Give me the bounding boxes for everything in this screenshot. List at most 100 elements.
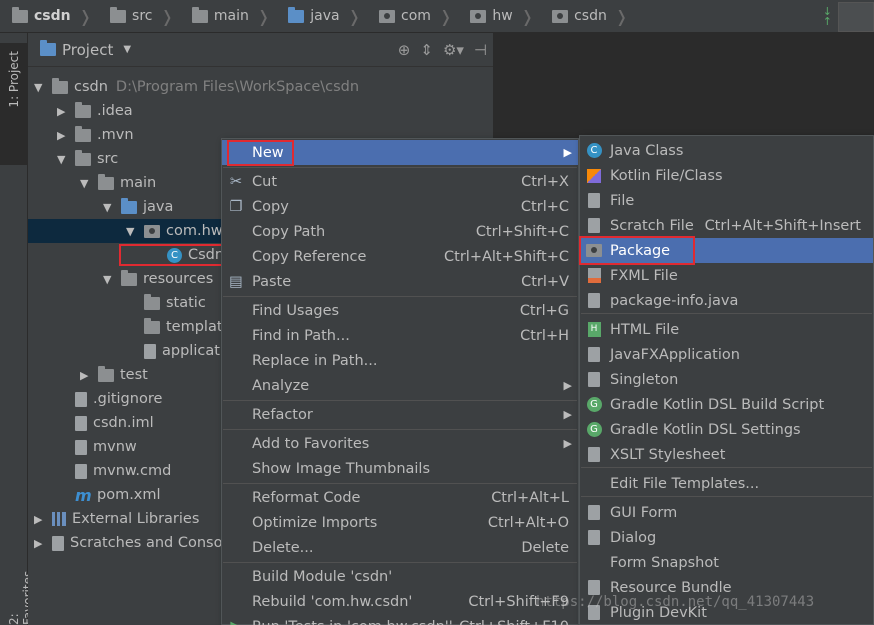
submenu-item-package[interactable]: Package xyxy=(580,238,873,263)
breadcrumb-label: hw xyxy=(492,8,513,24)
submenu-item-label: package-info.java xyxy=(610,292,739,309)
submenu-arrow-icon: ▶ xyxy=(563,437,572,450)
expanded-arrow-icon[interactable]: ▼ xyxy=(57,153,71,166)
menu-item-shortcut: Ctrl+X xyxy=(521,173,569,190)
menu-item-copy-reference[interactable]: Copy Reference Ctrl+Alt+Shift+C xyxy=(222,244,578,269)
submenu-item-xslt-stylesheet[interactable]: XSLT Stylesheet xyxy=(580,442,873,467)
submenu-item-edit-file-templates[interactable]: Edit File Templates... xyxy=(580,471,873,496)
breadcrumb-item[interactable]: hw ❭ xyxy=(458,0,540,33)
expanded-arrow-icon[interactable]: ▼ xyxy=(103,273,117,286)
submenu-item-html-file[interactable]: H HTML File xyxy=(580,317,873,342)
breadcrumb-item[interactable]: com ❭ xyxy=(367,0,458,33)
submenu-item-gradle-settings[interactable]: G Gradle Kotlin DSL Settings xyxy=(580,417,873,442)
folder-icon xyxy=(98,173,114,190)
tree-node[interactable]: ▶ .idea xyxy=(28,99,493,123)
breadcrumb-item[interactable]: java ❭ xyxy=(276,0,367,33)
properties-file-icon xyxy=(144,343,156,359)
menu-item-delete[interactable]: Delete... Delete xyxy=(222,535,578,560)
breadcrumb-item[interactable]: src ❭ xyxy=(98,0,180,33)
submenu-item-java-class[interactable]: C Java Class xyxy=(580,138,873,163)
submenu-item-fxml-file[interactable]: FXML File xyxy=(580,263,873,288)
folder-icon xyxy=(98,365,114,382)
menu-item-cut[interactable]: ✂ Cut Ctrl+X xyxy=(222,169,578,194)
submenu-item-dialog[interactable]: Dialog xyxy=(580,525,873,550)
html-icon: H xyxy=(585,321,603,339)
menu-item-analyze[interactable]: Analyze ▶ xyxy=(222,373,578,398)
menu-item-copy[interactable]: ❐ Copy Ctrl+C xyxy=(222,194,578,219)
vcs-update-icon[interactable]: ↓ ↑ xyxy=(823,6,832,27)
submenu-item-label: Singleton xyxy=(610,371,679,388)
menu-item-replace-in-path[interactable]: Replace in Path... xyxy=(222,348,578,373)
submenu-item-label: Gradle Kotlin DSL Build Script xyxy=(610,396,825,413)
menu-separator xyxy=(223,400,577,401)
gear-icon[interactable]: ⚙▾ xyxy=(443,41,464,59)
menu-item-find-in-path[interactable]: Find in Path... Ctrl+H xyxy=(222,323,578,348)
submenu-item-javafx-application[interactable]: JavaFXApplication xyxy=(580,342,873,367)
hide-panel-icon[interactable]: ⊣ xyxy=(474,41,487,59)
package-icon xyxy=(144,224,160,238)
menu-item-run-tests[interactable]: ▶ Run 'Tests in 'com.hw.csdn'' Ctrl+Shift+… xyxy=(222,614,578,625)
menu-item-shortcut: Ctrl+Shift+F10 xyxy=(459,619,569,625)
project-view-selector[interactable]: Project ▼ xyxy=(40,40,132,59)
menu-item-rebuild[interactable]: Rebuild 'com.hw.csdn' Ctrl+Shift+F9 xyxy=(222,589,578,614)
menu-item-refactor[interactable]: Refactor ▶ xyxy=(222,402,578,427)
submenu-item-label: XSLT Stylesheet xyxy=(610,446,726,463)
submenu-item-gui-form[interactable]: GUI Form xyxy=(580,500,873,525)
breadcrumb-item[interactable]: csdn ❭ xyxy=(540,0,634,33)
menu-item-shortcut: Ctrl+G xyxy=(519,302,569,319)
navbar-button[interactable] xyxy=(838,1,874,32)
paste-icon: ▤ xyxy=(229,273,243,290)
menu-item-find-usages[interactable]: Find Usages Ctrl+G xyxy=(222,298,578,323)
expanded-arrow-icon[interactable]: ▼ xyxy=(80,177,94,190)
submenu-item-file[interactable]: File xyxy=(580,188,873,213)
breadcrumb-item[interactable]: main ❭ xyxy=(180,0,276,33)
menu-separator xyxy=(223,483,577,484)
menu-item-copy-path[interactable]: Copy Path Ctrl+Shift+C xyxy=(222,219,578,244)
collapsed-arrow-icon[interactable]: ▶ xyxy=(57,105,71,118)
submenu-item-kotlin-file-class[interactable]: Kotlin File/Class xyxy=(580,163,873,188)
expanded-arrow-icon[interactable]: ▼ xyxy=(126,225,140,238)
expanded-arrow-icon[interactable]: ▼ xyxy=(34,81,48,94)
folder-icon xyxy=(191,6,208,23)
menu-item-label: Build Module 'csdn' xyxy=(252,568,393,585)
collapsed-arrow-icon[interactable]: ▶ xyxy=(34,513,48,526)
watermark: https://blog.csdn.net/qq_41307443 xyxy=(536,594,815,610)
menu-item-build-module[interactable]: Build Module 'csdn' xyxy=(222,564,578,589)
submenu-item-package-info[interactable]: package-info.java xyxy=(580,288,873,313)
submenu-item-scratch-file[interactable]: Scratch File Ctrl+Alt+Shift+Insert xyxy=(580,213,873,238)
menu-item-reformat-code[interactable]: Reformat Code Ctrl+Alt+L xyxy=(222,485,578,510)
menu-item-new[interactable]: New ▶ xyxy=(222,140,578,165)
breadcrumb-item[interactable]: csdn ❭ xyxy=(0,0,98,33)
collapsed-arrow-icon[interactable]: ▶ xyxy=(34,537,48,550)
menu-item-show-image-thumbnails[interactable]: Show Image Thumbnails xyxy=(222,456,578,481)
menu-item-paste[interactable]: ▤ Paste Ctrl+V xyxy=(222,269,578,294)
collapsed-arrow-icon[interactable]: ▶ xyxy=(80,369,94,382)
tree-node-label: applicat xyxy=(162,343,220,359)
submenu-item-label: JavaFXApplication xyxy=(610,346,740,363)
tree-node[interactable]: ▼ csdn D:\Program Files\WorkSpace\csdn xyxy=(28,75,493,99)
expanded-arrow-icon[interactable]: ▼ xyxy=(103,201,117,214)
context-menu: New ▶ ✂ Cut Ctrl+X ❐ Copy Ctrl+C Copy Path Ctrl+S… xyxy=(221,138,579,625)
tree-node-label: .gitignore xyxy=(93,391,163,407)
submenu-item-label: Package xyxy=(610,242,671,259)
tree-node-label: .mvn xyxy=(97,127,134,143)
tree-node-label: java xyxy=(143,199,174,215)
submenu-item-form-snapshot[interactable]: Form Snapshot xyxy=(580,550,873,575)
scratches-icon xyxy=(52,535,64,551)
collapsed-arrow-icon[interactable]: ▶ xyxy=(57,129,71,142)
project-tool-tab[interactable]: 1: Project xyxy=(0,43,28,165)
submenu-item-label: Scratch File xyxy=(610,217,694,234)
locate-icon[interactable]: ⊕ xyxy=(398,41,411,59)
breadcrumb-label: src xyxy=(132,8,153,24)
collapse-all-icon[interactable]: ⇕ xyxy=(420,41,433,59)
class-icon: C xyxy=(167,247,182,263)
tree-node-label: csdn.iml xyxy=(93,415,154,431)
submenu-item-gradle-build-script[interactable]: G Gradle Kotlin DSL Build Script xyxy=(580,392,873,417)
folder-icon xyxy=(144,317,160,334)
submenu-item-label: Java Class xyxy=(610,142,684,159)
submenu-item-singleton[interactable]: Singleton xyxy=(580,367,873,392)
chevron-down-icon: ▼ xyxy=(123,44,132,55)
tree-node-label: .idea xyxy=(97,103,133,119)
menu-item-add-to-favorites[interactable]: Add to Favorites ▶ xyxy=(222,431,578,456)
menu-item-optimize-imports[interactable]: Optimize Imports Ctrl+Alt+O xyxy=(222,510,578,535)
